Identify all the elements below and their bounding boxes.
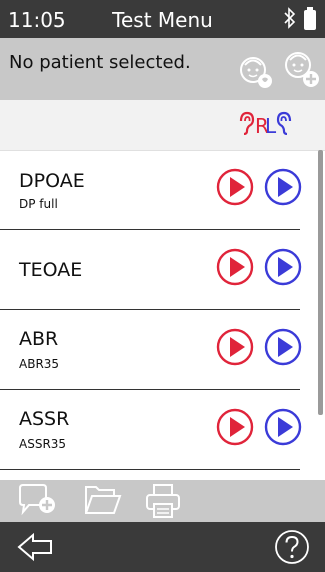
add-patient-icon[interactable] — [281, 47, 321, 93]
folder-icon[interactable] — [83, 483, 123, 523]
play-right-button[interactable] — [216, 168, 254, 210]
play-right-button[interactable] — [216, 248, 254, 290]
row-divider — [0, 469, 300, 470]
play-left-button[interactable] — [264, 168, 302, 210]
test-protocol: ASSR35 — [19, 437, 67, 451]
test-protocol: DP full — [19, 197, 58, 211]
test-row-assr[interactable]: ASSR ASSR35 — [0, 390, 318, 470]
nav-bar — [0, 522, 325, 572]
patient-status-text: No patient selected. — [9, 52, 191, 73]
patient-bar: No patient selected. — [0, 38, 325, 100]
left-ear-label: L — [265, 111, 294, 140]
test-row-dpoae[interactable]: DPOAE DP full — [0, 150, 318, 230]
play-left-button[interactable] — [264, 408, 302, 450]
add-comment-icon[interactable] — [17, 483, 61, 523]
bluetooth-icon — [283, 7, 297, 33]
play-right-button[interactable] — [216, 408, 254, 450]
screen-title: Test Menu — [112, 8, 213, 32]
test-name: DPOAE — [19, 170, 85, 192]
bottom-toolbar — [0, 480, 325, 522]
play-right-button[interactable] — [216, 328, 254, 370]
test-row-abr[interactable]: ABR ABR35 — [0, 310, 318, 390]
scrollbar[interactable] — [318, 150, 323, 415]
test-list[interactable]: DPOAE DP full TEOAE ABR ABR35 ASSR ASSR3… — [0, 150, 318, 470]
left-ear-icon — [276, 111, 294, 140]
play-left-button[interactable] — [264, 328, 302, 370]
test-protocol: ABR35 — [19, 357, 60, 371]
test-name: TEOAE — [19, 259, 83, 281]
help-icon[interactable] — [274, 529, 310, 569]
test-name: ASSR — [19, 408, 70, 430]
right-ear-icon — [237, 111, 255, 140]
battery-icon — [303, 7, 317, 35]
print-icon[interactable] — [145, 483, 181, 523]
select-patient-icon[interactable] — [236, 52, 276, 96]
back-arrow-icon[interactable] — [16, 531, 56, 567]
left-ear-letter: L — [265, 113, 277, 138]
test-row-teoae[interactable]: TEOAE — [0, 230, 318, 310]
play-left-button[interactable] — [264, 248, 302, 290]
status-bar: 11:05 Test Menu — [0, 0, 325, 38]
test-name: ABR — [19, 328, 59, 350]
